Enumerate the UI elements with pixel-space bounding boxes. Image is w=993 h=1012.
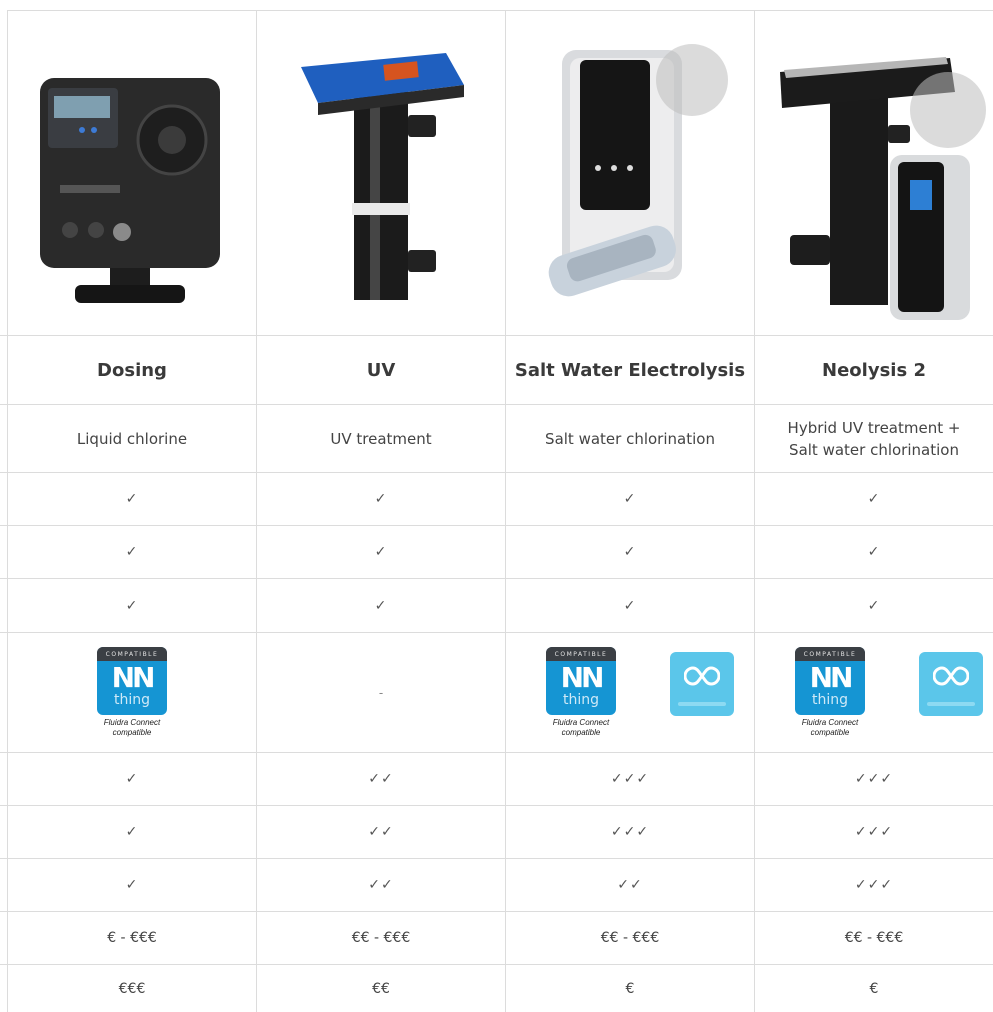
badge-caption: Fluidra Connect compatible	[801, 718, 859, 737]
nn-thing-logo-icon: COMPATIBLE NN thing	[795, 647, 865, 715]
rating-marks: ✓✓	[368, 771, 394, 787]
purchase-price: €€ - €€€	[600, 930, 660, 946]
rating-marks: ✓	[125, 824, 139, 840]
check-mark: ✓	[125, 597, 139, 614]
connectivity-neolysis: COMPATIBLE NN thing Fluidra Connect comp…	[755, 633, 993, 752]
rating-marks: ✓	[125, 771, 139, 787]
description-dosing: Liquid chlorine	[76, 429, 188, 448]
check-mark: ✓	[374, 544, 388, 560]
running-cost: €€	[372, 980, 390, 997]
purchase-price: €€ - €€€	[351, 930, 411, 946]
description-neolysis: Hybrid UV treatment + Salt water chlorin…	[787, 418, 961, 459]
cloud-connect-app-icon	[670, 651, 734, 716]
rating-marks: ✓✓	[368, 877, 394, 893]
product-image-neolysis	[770, 30, 990, 325]
nn-thing-logo-icon: COMPATIBLE NN thing	[97, 647, 167, 715]
purchase-price: €€ - €€€	[844, 930, 904, 946]
badge-caption: Fluidra Connect compatible	[552, 718, 610, 737]
connectivity-electrolysis: COMPATIBLE NN thing Fluidra Connect comp…	[506, 633, 754, 752]
rating-marks: ✓✓	[368, 824, 394, 840]
description-electrolysis: Salt water chlorination	[545, 429, 715, 448]
check-mark: ✓	[867, 491, 881, 507]
column-title-neolysis: Neolysis 2	[822, 359, 926, 381]
running-cost: €	[869, 980, 879, 997]
rating-marks: ✓✓✓	[854, 771, 894, 787]
fluidra-connect-badge: COMPATIBLE NN thing Fluidra Connect comp…	[87, 647, 177, 738]
nn-thing-logo-icon: COMPATIBLE NN thing	[546, 647, 616, 715]
column-title-uv: UV	[366, 359, 396, 381]
purchase-price: € - €€€	[107, 930, 157, 946]
check-mark: ✓	[374, 491, 388, 507]
check-mark: ✓	[623, 491, 637, 507]
check-mark: ✓	[867, 544, 881, 560]
fluidra-connect-badge: COMPATIBLE NN thing Fluidra Connect comp…	[536, 647, 626, 738]
description-uv: UV treatment	[330, 429, 432, 448]
check-mark: ✓	[623, 597, 637, 614]
rating-marks: ✓	[125, 877, 139, 893]
rating-marks: ✓✓✓	[854, 824, 894, 840]
check-mark: ✓	[125, 491, 139, 507]
product-image-uv	[296, 45, 466, 310]
cloud-connect-app-icon	[919, 651, 983, 716]
rating-marks: ✓✓✓	[854, 877, 894, 893]
row-divider	[7, 10, 993, 11]
badge-caption: Fluidra Connect compatible	[103, 718, 161, 737]
check-mark: ✓	[867, 597, 881, 614]
check-mark: ✓	[125, 544, 139, 560]
connectivity-uv: -	[378, 685, 384, 700]
running-cost: €	[625, 980, 635, 997]
check-mark: ✓	[623, 544, 637, 560]
rating-marks: ✓✓✓	[610, 824, 650, 840]
rating-marks: ✓✓	[617, 877, 643, 893]
product-image-dosing	[30, 70, 230, 310]
rating-marks: ✓✓✓	[610, 771, 650, 787]
column-title-dosing: Dosing	[97, 359, 167, 381]
running-cost: €€€	[118, 980, 146, 997]
fluidra-connect-badge: COMPATIBLE NN thing Fluidra Connect comp…	[785, 647, 875, 738]
product-image-electrolysis	[532, 40, 732, 310]
check-mark: ✓	[374, 597, 388, 614]
column-title-electrolysis: Salt Water Electrolysis	[514, 359, 746, 381]
connectivity-dosing: COMPATIBLE NN thing Fluidra Connect comp…	[8, 633, 256, 752]
